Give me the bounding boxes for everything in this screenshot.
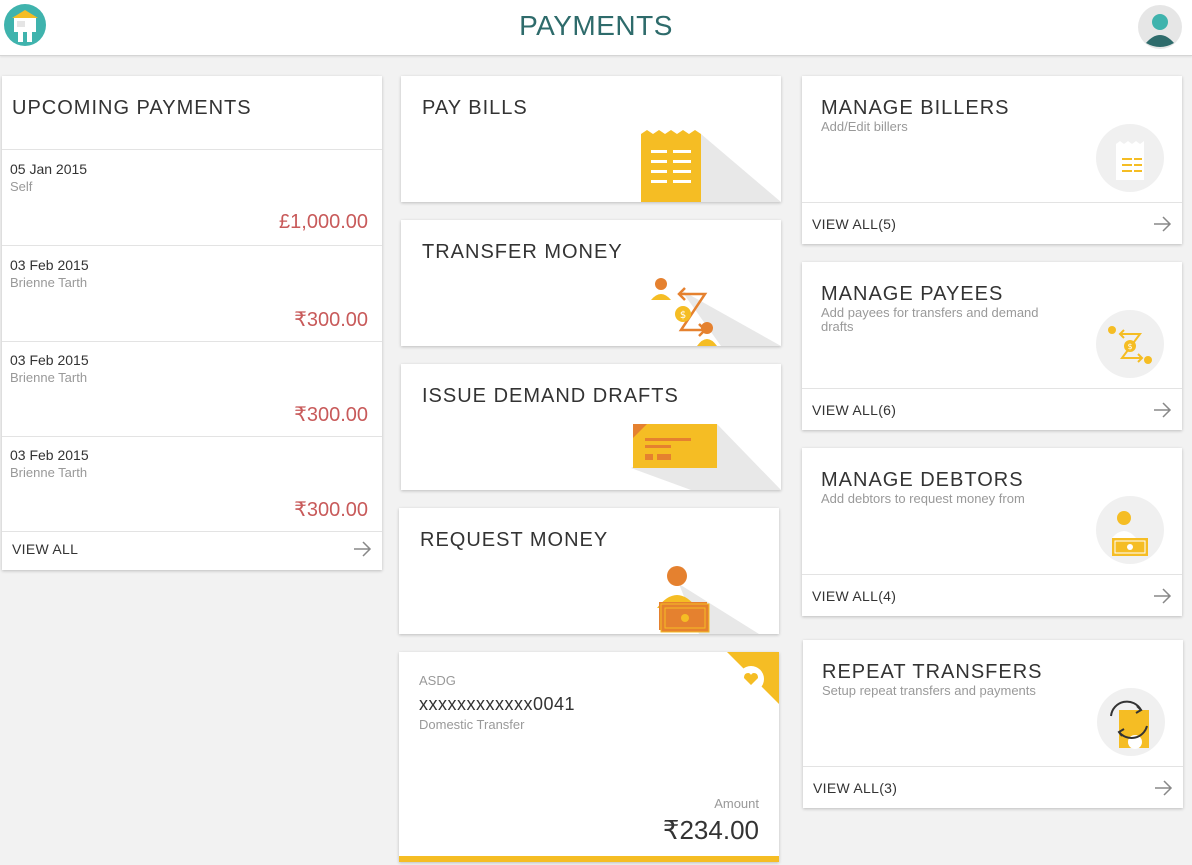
payment-name: Brienne Tarth: [10, 465, 88, 480]
payment-date: 03 Feb 2015: [10, 257, 89, 273]
bill-receipt-icon: [641, 130, 781, 202]
issue-drafts-card[interactable]: ISSUE DEMAND DRAFTS: [401, 364, 781, 490]
payment-row[interactable]: 03 Feb 2015 Brienne Tarth ₹300.00: [2, 342, 382, 437]
arrow-right-icon: [354, 541, 372, 557]
upcoming-title: UPCOMING PAYMENTS: [12, 97, 252, 119]
request-money-title: REQUEST MONEY: [420, 529, 609, 551]
payment-name: Brienne Tarth: [10, 370, 88, 385]
repeat-cycle-icon: [1097, 688, 1165, 756]
favourite-corner-icon[interactable]: [727, 652, 779, 704]
payment-amount: ₹300.00: [294, 404, 368, 426]
manage-billers-subtitle: Add/Edit billers: [821, 119, 908, 134]
manage-payees-card: MANAGE PAYEES Add payees for transfers a…: [802, 262, 1182, 430]
view-all-label: VIEW ALL(4): [812, 588, 897, 604]
favourite-amount-label: Amount: [714, 796, 759, 811]
favourite-account: xxxxxxxxxxxx0041: [419, 694, 576, 714]
payment-date: 05 Jan 2015: [10, 161, 88, 177]
manage-billers-card: MANAGE BILLERS Add/Edit billers VIEW ALL…: [802, 76, 1182, 244]
request-money-card[interactable]: REQUEST MONEY: [399, 508, 779, 634]
svg-text:$: $: [1127, 342, 1132, 351]
favourite-label: ASDG: [419, 673, 456, 688]
payment-row[interactable]: 03 Feb 2015 Brienne Tarth ₹300.00: [2, 247, 382, 342]
pay-bills-card[interactable]: PAY BILLS: [401, 76, 781, 202]
request-money-icon: [657, 566, 759, 634]
repeat-transfers-title[interactable]: REPEAT TRANSFERS: [822, 661, 1043, 684]
manage-debtors-card: MANAGE DEBTORS Add debtors to request mo…: [802, 448, 1182, 616]
manage-payees-subtitle: Add payees for transfers and demand draf…: [821, 305, 1039, 334]
favourite-transfer-card[interactable]: ASDG xxxxxxxxxxxx0041 Domestic Transfer …: [399, 652, 779, 862]
transfer-arrows-icon: $: [651, 278, 781, 346]
draft-cheque-icon: [631, 424, 781, 490]
upcoming-header: UPCOMING PAYMENTS: [2, 76, 382, 150]
repeat-transfers-card: REPEAT TRANSFERS Setup repeat transfers …: [803, 640, 1183, 808]
manage-debtors-title[interactable]: MANAGE DEBTORS: [821, 469, 1024, 492]
manage-billers-title[interactable]: MANAGE BILLERS: [821, 97, 1010, 120]
repeat-view-all[interactable]: VIEW ALL(3): [803, 766, 1183, 808]
payment-amount: £1,000.00: [279, 211, 368, 233]
top-bar: PAYMENTS: [0, 0, 1192, 56]
manage-payees-title[interactable]: MANAGE PAYEES: [821, 283, 1003, 306]
arrow-right-icon: [1154, 216, 1172, 232]
view-all-label: VIEW ALL(6): [812, 402, 897, 418]
upcoming-payments-card: UPCOMING PAYMENTS 05 Jan 2015 Self £1,00…: [2, 76, 382, 570]
payee-transfer-icon: $: [1096, 310, 1164, 378]
billers-view-all[interactable]: VIEW ALL(5): [802, 202, 1182, 244]
biller-receipt-icon: [1096, 124, 1164, 192]
payment-name: Self: [10, 179, 33, 194]
favourite-accent-bar: [399, 856, 779, 862]
payment-date: 03 Feb 2015: [10, 352, 89, 368]
transfer-money-card[interactable]: TRANSFER MONEY $: [401, 220, 781, 346]
debtors-view-all[interactable]: VIEW ALL(4): [802, 574, 1182, 616]
upcoming-view-all[interactable]: VIEW ALL: [2, 528, 382, 570]
payees-view-all[interactable]: VIEW ALL(6): [802, 388, 1182, 430]
view-all-label: VIEW ALL(3): [813, 780, 898, 796]
pay-bills-title: PAY BILLS: [422, 97, 528, 119]
payment-date: 03 Feb 2015: [10, 447, 89, 463]
favourite-amount: ₹234.00: [662, 815, 759, 845]
payment-row[interactable]: 03 Feb 2015 Brienne Tarth ₹300.00: [2, 437, 382, 532]
favourite-type: Domestic Transfer: [419, 717, 525, 732]
payment-amount: ₹300.00: [294, 309, 368, 331]
debtor-money-icon: [1096, 496, 1164, 564]
transfer-money-title: TRANSFER MONEY: [422, 241, 623, 263]
payment-name: Brienne Tarth: [10, 275, 88, 290]
view-all-label: VIEW ALL: [12, 541, 79, 557]
repeat-transfers-subtitle: Setup repeat transfers and payments: [822, 683, 1036, 698]
arrow-right-icon: [1154, 588, 1172, 604]
manage-debtors-subtitle: Add debtors to request money from: [821, 491, 1025, 506]
user-avatar-icon[interactable]: [1138, 5, 1182, 49]
issue-drafts-title: ISSUE DEMAND DRAFTS: [422, 385, 679, 407]
svg-text:$: $: [680, 310, 686, 321]
payment-amount: ₹300.00: [294, 499, 368, 521]
arrow-right-icon: [1155, 780, 1173, 796]
payment-row[interactable]: 05 Jan 2015 Self £1,000.00: [2, 151, 382, 246]
page-title: PAYMENTS: [519, 10, 673, 41]
arrow-right-icon: [1154, 402, 1172, 418]
view-all-label: VIEW ALL(5): [812, 216, 897, 232]
